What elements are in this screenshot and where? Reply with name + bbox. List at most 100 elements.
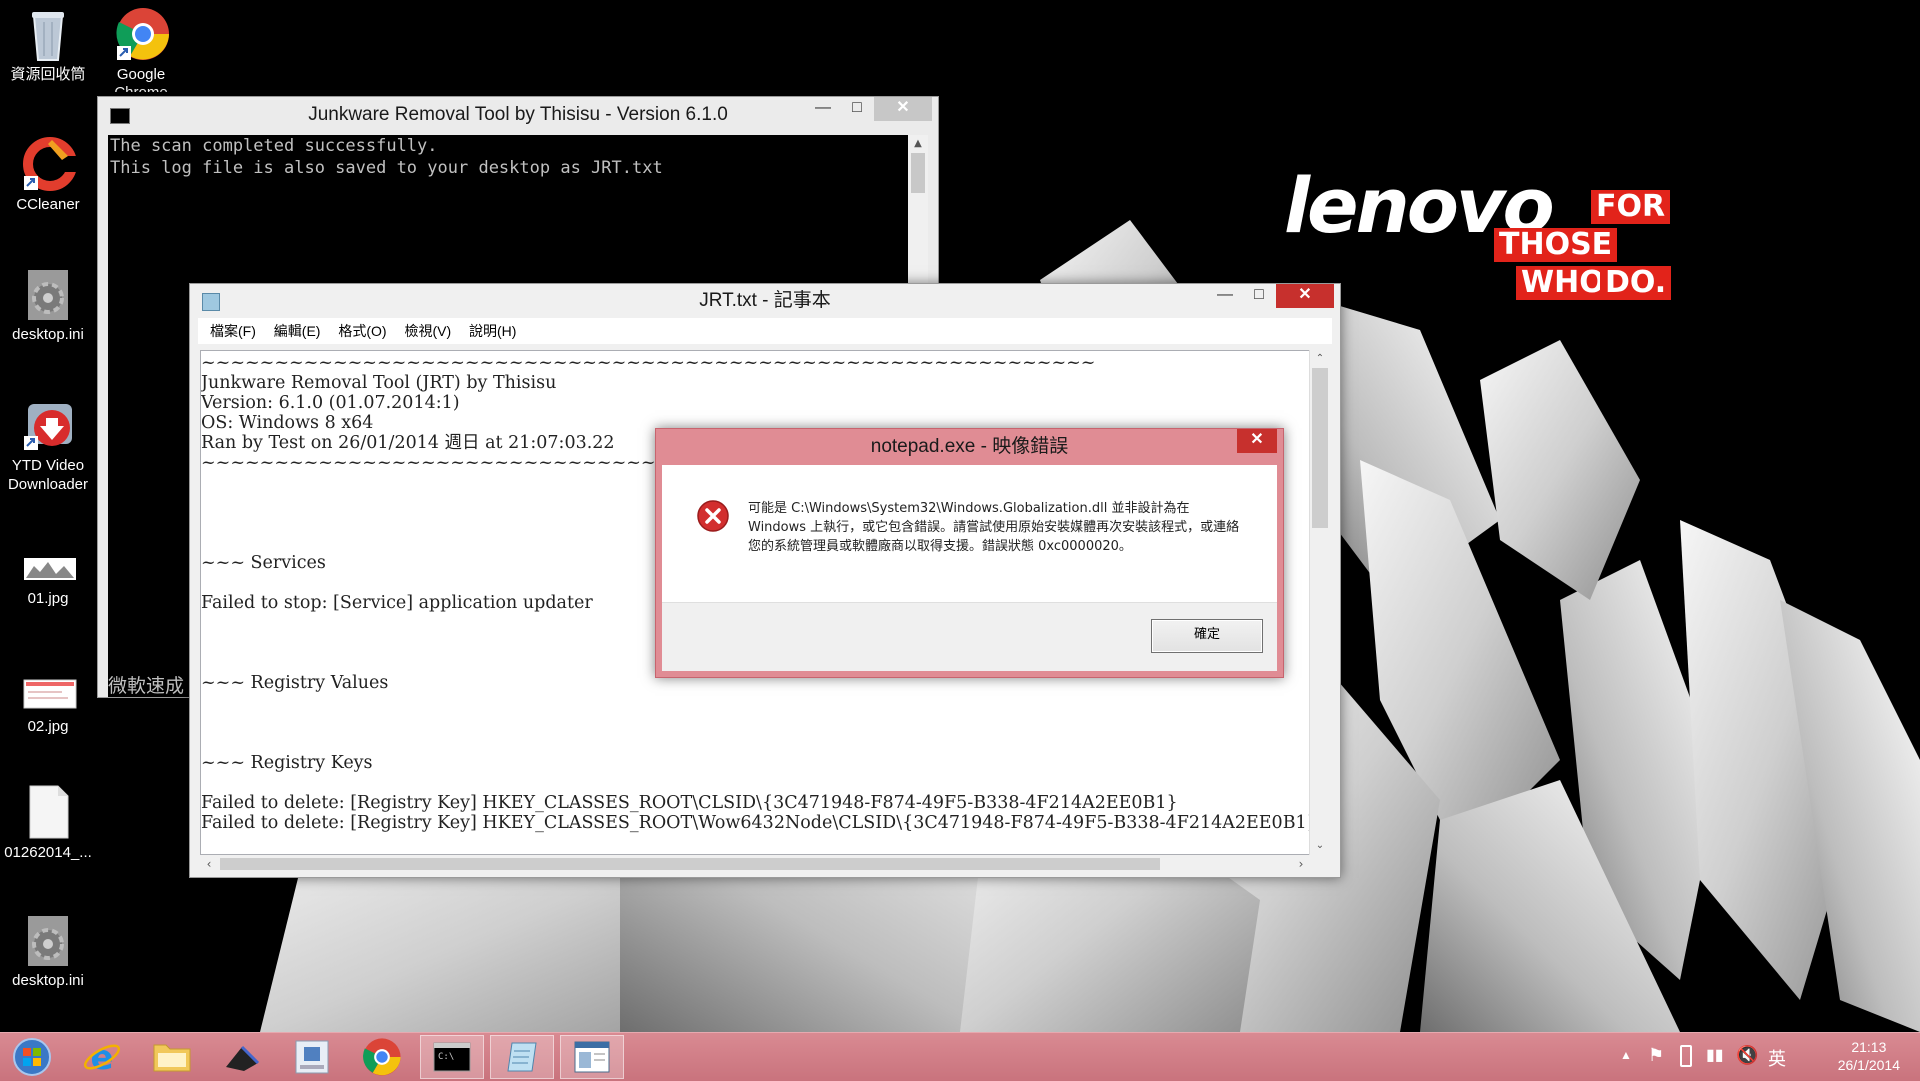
desktop-icon-label: desktop.ini	[12, 326, 84, 343]
desktop-icon-02-jpg[interactable]: 02.jpg	[0, 672, 96, 736]
desktop-icon-desktop-ini-2[interactable]: desktop.ini	[0, 912, 96, 990]
cmd-icon	[110, 108, 130, 124]
taskbar-chrome[interactable]	[350, 1035, 414, 1079]
ini-file-icon	[22, 912, 74, 968]
maximize-button[interactable]: □	[840, 97, 874, 121]
taskbar-file-explorer[interactable]	[140, 1035, 204, 1079]
windows-start-icon	[13, 1038, 51, 1076]
folder-icon	[153, 1044, 191, 1072]
taskbar-app-2[interactable]	[280, 1035, 344, 1079]
menu-file[interactable]: 檔案(F)	[210, 323, 256, 339]
dialog-window-controls: ✕	[1237, 429, 1277, 453]
volume-muted-icon[interactable]: 🔇	[1736, 1045, 1758, 1066]
text-file-icon	[22, 784, 74, 840]
desktop-icon-recycle-bin[interactable]: 資源回收筒	[0, 6, 96, 84]
notepad-icon	[202, 293, 220, 311]
network-icon[interactable]: ▮▮	[1706, 1045, 1724, 1065]
desktop-icon-label: Google Chrome	[114, 66, 167, 92]
console-line: This log file is also saved to your desk…	[110, 158, 663, 178]
taskbar: e C:\ ▲ ⚑ ▮▮ 🔇 英 21:13 26/1/2014	[0, 1032, 1920, 1081]
close-button[interactable]: ✕	[1276, 284, 1334, 308]
slogan-those: THOSE	[1494, 228, 1618, 262]
dialog-body: 可能是 C:\Windows\System32\Windows.Globaliz…	[662, 465, 1277, 671]
slogan-for: FOR	[1591, 190, 1671, 224]
notepad-title: JRT.txt - 記事本	[699, 290, 831, 311]
minimize-button[interactable]: —	[806, 97, 840, 121]
desktop-icon-ytd[interactable]: YTD Video Downloader	[0, 396, 96, 494]
scroll-right-icon[interactable]: ›	[1292, 855, 1310, 873]
desktop-icon-label: YTD Video Downloader	[7, 457, 89, 493]
slogan-do: DO.	[1600, 266, 1672, 300]
ok-button[interactable]: 確定	[1151, 619, 1263, 653]
desktop-icon-label: 01.jpg	[27, 590, 69, 607]
svg-text:e: e	[90, 1038, 113, 1077]
desktop-icon-text-file[interactable]: 01262014_...	[0, 784, 96, 862]
desktop-icon-desktop-ini[interactable]: desktop.ini	[0, 266, 96, 344]
error-dialog[interactable]: notepad.exe - 映像錯誤 ✕ 可能是 C:\Windows\Syst…	[655, 428, 1284, 678]
taskbar-notepad[interactable]	[490, 1035, 554, 1079]
taskbar-app-1[interactable]	[210, 1035, 274, 1079]
menu-format[interactable]: 格式(O)	[338, 323, 386, 339]
error-icon	[696, 499, 730, 537]
scroll-down-icon[interactable]: ⌄	[1310, 837, 1330, 855]
notepad-window-controls: — □ ✕	[1208, 284, 1334, 308]
maximize-button[interactable]: □	[1242, 284, 1276, 308]
slogan-who: WHO	[1516, 266, 1610, 300]
ime-indicator: 微軟速成	[108, 675, 185, 697]
scroll-up-icon[interactable]: ⌃	[1310, 350, 1330, 368]
console-titlebar[interactable]: Junkware Removal Tool by Thisisu - Versi…	[98, 97, 938, 133]
clock-date: 26/1/2014	[1837, 1057, 1900, 1073]
action-center-flag-icon[interactable]: ⚑	[1648, 1045, 1664, 1066]
console-line: The scan completed successfully.	[110, 136, 438, 156]
console-window-controls: — □ ✕	[806, 97, 932, 121]
menu-edit[interactable]: 編輯(E)	[274, 323, 321, 339]
image-file-icon	[22, 672, 77, 712]
chrome-icon	[363, 1038, 401, 1076]
ini-file-icon	[22, 266, 74, 322]
scrollbar-thumb[interactable]	[220, 858, 1160, 870]
battery-icon[interactable]	[1680, 1045, 1692, 1067]
dialog-titlebar[interactable]: notepad.exe - 映像錯誤 ✕	[656, 429, 1283, 465]
dialog-footer: 確定	[662, 602, 1277, 671]
close-button[interactable]: ✕	[1237, 429, 1277, 453]
chrome-icon	[115, 6, 169, 62]
ccleaner-icon	[22, 136, 78, 192]
console-title: Junkware Removal Tool by Thisisu - Versi…	[308, 104, 728, 125]
desktop-icon-label: 資源回收筒	[10, 66, 86, 83]
notepad-horizontal-scrollbar[interactable]: ‹ ›	[200, 855, 1310, 873]
taskbar-active-app[interactable]	[560, 1035, 624, 1079]
desktop-icon-01-jpg[interactable]: 01.jpg	[0, 544, 96, 608]
app-icon	[226, 1045, 260, 1071]
close-button[interactable]: ✕	[874, 97, 932, 121]
start-button[interactable]	[0, 1035, 64, 1079]
taskbar-ie[interactable]: e	[70, 1035, 134, 1079]
notepad-titlebar[interactable]: JRT.txt - 記事本 — □ ✕	[190, 284, 1340, 318]
scrollbar-thumb[interactable]	[1312, 368, 1328, 528]
dialog-message: 可能是 C:\Windows\System32\Windows.Globaliz…	[748, 501, 1240, 554]
svg-text:C:\: C:\	[438, 1052, 454, 1062]
notepad-vertical-scrollbar[interactable]: ⌃ ⌄	[1309, 350, 1330, 855]
input-language-indicator[interactable]: 英	[1768, 1045, 1786, 1071]
desktop-icon-ccleaner[interactable]: CCleaner	[0, 136, 96, 214]
taskbar-command-prompt[interactable]: C:\	[420, 1035, 484, 1079]
desktop-icon-chrome[interactable]: Google Chrome	[93, 6, 189, 92]
clock[interactable]: 21:13 26/1/2014	[1838, 1038, 1900, 1074]
menu-view[interactable]: 檢視(V)	[404, 323, 451, 339]
app-icon	[295, 1040, 329, 1074]
dialog-title: notepad.exe - 映像錯誤	[870, 436, 1069, 457]
scroll-left-icon[interactable]: ‹	[200, 855, 218, 873]
system-tray: ▲ ⚑ ▮▮ 🔇 英 21:13 26/1/2014	[1600, 1033, 1920, 1081]
notepad-menubar: 檔案(F) 編輯(E) 格式(O) 檢視(V) 說明(H)	[198, 318, 1332, 344]
ytd-icon	[22, 396, 74, 452]
recycle-bin-icon	[22, 6, 74, 62]
menu-help[interactable]: 說明(H)	[469, 323, 516, 339]
show-hidden-icons-icon[interactable]: ▲	[1620, 1048, 1632, 1062]
desktop: lenovo FOR THOSE WHO DO. 資源回收筒 Google Ch…	[0, 0, 1920, 1032]
notepad-icon	[507, 1042, 537, 1072]
window-app-icon	[574, 1041, 610, 1073]
desktop-icon-label: CCleaner	[16, 196, 80, 213]
minimize-button[interactable]: —	[1208, 284, 1242, 308]
scroll-up-icon[interactable]: ▲	[908, 135, 928, 153]
scrollbar-thumb[interactable]	[911, 153, 925, 193]
desktop-icon-label: 02.jpg	[27, 718, 69, 735]
